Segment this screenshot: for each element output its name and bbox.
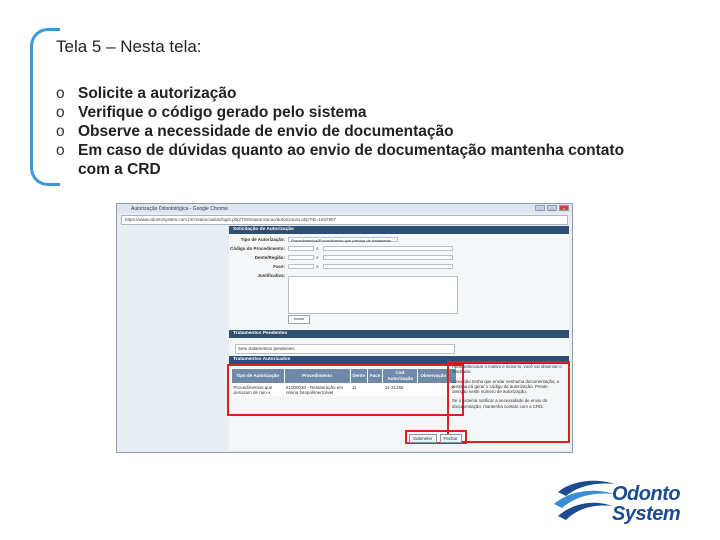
highlight-box — [227, 364, 464, 416]
bullet-marker: o — [56, 85, 65, 102]
list-item: o Solicite a autorização — [56, 85, 237, 102]
procedure-field[interactable] — [288, 246, 314, 251]
bullet-marker: o — [56, 123, 65, 140]
add-button[interactable]: Incluir — [288, 315, 310, 324]
address-bar[interactable]: https://www.odontosystem.com.br/credenci… — [121, 215, 568, 225]
bullet-marker: o — [56, 142, 65, 159]
window-title: Autorização Odontológica - Google Chrome — [131, 205, 228, 212]
tooth-field[interactable] — [288, 255, 314, 260]
action-buttons: Submeter Fechar — [409, 434, 462, 443]
page-title: Tela 5 – Nesta tela: — [56, 37, 202, 56]
close-button[interactable]: Fechar — [439, 434, 462, 443]
list-item-continuation: com a CRD — [78, 161, 161, 178]
section-header-pending: Tratamentos Pendentes — [229, 330, 569, 338]
help-tips: Após selecionar o motivo e incluí-lo, vo… — [452, 364, 562, 409]
face-field[interactable] — [288, 264, 314, 269]
maximize-icon[interactable]: □ — [547, 205, 557, 211]
section-header-request: Solicitação de Autorização — [229, 226, 569, 234]
pending-field: Sem tratamentos pendentes — [235, 344, 455, 354]
form-row-procedure: Código do Procedimento: ⌕ — [229, 245, 569, 252]
face-description-field — [323, 264, 453, 269]
submit-button[interactable]: Submeter — [409, 434, 437, 443]
browser-window-screenshot: Autorização Odontológica - Google Chrome… — [116, 203, 573, 453]
logo-text-line1: Odonto — [612, 483, 681, 505]
minimize-icon[interactable]: – — [535, 205, 545, 211]
bullet-list: o Solicite a autorização o Verifique o cód… — [56, 84, 716, 179]
form-row-tooth: Dente/Região: ⌕ — [229, 254, 569, 261]
close-icon[interactable]: × — [559, 205, 569, 211]
list-item: o Verifique o código gerado pelo sistema — [56, 104, 367, 121]
bullet-marker: o — [56, 104, 65, 121]
form-row-face: Face: ⌕ — [229, 263, 569, 270]
search-icon[interactable]: ⌕ — [316, 246, 321, 252]
search-icon[interactable]: ⌕ — [316, 255, 321, 261]
list-item: o Em caso de dúvidas quanto ao envio de d… — [56, 142, 625, 159]
window-titlebar: Autorização Odontológica - Google Chrome… — [117, 204, 572, 213]
tooth-description-field — [323, 255, 453, 260]
logo-text-line2: System — [612, 503, 681, 525]
justification-textarea[interactable] — [288, 276, 458, 314]
search-icon[interactable]: ⌕ — [316, 264, 321, 270]
type-select[interactable]: Procedimentos/Procedimento que precisa d… — [288, 237, 398, 243]
form-row-type: Tipo de Autorização: Procedimentos/Proce… — [229, 236, 569, 243]
list-item: o Observe a necessidade de envio de docum… — [56, 123, 454, 140]
odonto-system-logo: Odonto System — [552, 478, 712, 528]
window-controls: – □ × — [535, 205, 569, 211]
procedure-description-field — [323, 246, 453, 251]
